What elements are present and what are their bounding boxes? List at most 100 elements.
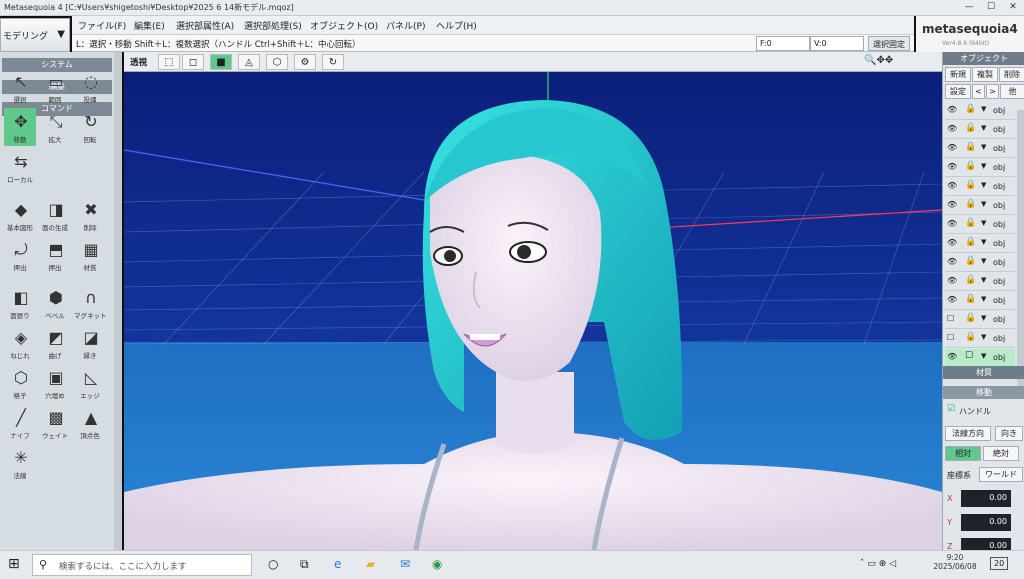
- object-row[interactable]: 👁 🔒 ▼ obj: [945, 159, 1015, 177]
- menu-help[interactable]: ヘルプ(H): [436, 19, 477, 32]
- expand-triangle-icon[interactable]: ▼: [981, 238, 986, 246]
- tool-range[interactable]: ▭ 範囲: [39, 68, 71, 106]
- object-row[interactable]: 👁 🔒 ▼ obj: [945, 216, 1015, 234]
- tool-extrude-rotate[interactable]: ⤾ 押出: [4, 236, 36, 274]
- handle-checkbox[interactable]: ☑: [947, 404, 955, 414]
- lock-toggle-icon[interactable]: 🔒: [965, 142, 976, 152]
- z-value-field[interactable]: 0.00: [961, 538, 1011, 550]
- object-row[interactable]: ☐ 🔒 ▼ obj: [945, 311, 1015, 329]
- expand-triangle-icon[interactable]: ▼: [981, 276, 986, 284]
- system-tray-icons[interactable]: ˆ ▭ ⊕ ◁: [860, 559, 896, 569]
- tool-magnet[interactable]: ∩ マグネット: [74, 284, 107, 322]
- view-cube-icon[interactable]: ⬡: [266, 54, 288, 70]
- lock-toggle-icon[interactable]: 🔒: [965, 180, 976, 190]
- 3d-viewport[interactable]: [124, 72, 942, 550]
- lock-toggle-icon[interactable]: ☐: [965, 351, 973, 361]
- view-solid-icon[interactable]: ■: [210, 54, 232, 70]
- tool-vertex-color[interactable]: ▲ 頂点色: [74, 404, 106, 442]
- object-row[interactable]: 👁 🔒 ▼ obj: [945, 197, 1015, 215]
- expand-triangle-icon[interactable]: ▼: [981, 143, 986, 151]
- visibility-toggle-icon[interactable]: 👁: [947, 238, 957, 247]
- lock-toggle-icon[interactable]: 🔒: [965, 275, 976, 285]
- cortana-icon[interactable]: ○: [268, 557, 278, 571]
- relative-toggle[interactable]: 相対: [945, 446, 981, 461]
- expand-triangle-icon[interactable]: ▼: [981, 200, 986, 208]
- lock-toggle-icon[interactable]: 🔒: [965, 294, 976, 304]
- menu-selproc[interactable]: 選択部処理(S): [244, 19, 302, 32]
- selection-lock-button[interactable]: 選択固定: [868, 36, 910, 51]
- tool-bevel[interactable]: ⬢ ベベル: [39, 284, 71, 322]
- tool-create-face[interactable]: ◨ 面の生成: [39, 196, 71, 234]
- direction-button[interactable]: 向き: [995, 426, 1023, 441]
- delete-object-button[interactable]: 削除: [999, 67, 1024, 82]
- view-wire-icon[interactable]: ◬: [238, 54, 260, 70]
- expand-triangle-icon[interactable]: ▼: [981, 181, 986, 189]
- material-header[interactable]: 材質: [943, 366, 1024, 379]
- expand-triangle-icon[interactable]: ▼: [981, 124, 986, 132]
- object-row[interactable]: ☐ 🔒 ▼ obj: [945, 330, 1015, 348]
- menu-object[interactable]: オブジェクト(O): [310, 19, 378, 32]
- expand-triangle-icon[interactable]: ▼: [981, 257, 986, 265]
- tool-weight[interactable]: ▩ ウェイト: [39, 404, 71, 442]
- absolute-toggle[interactable]: 絶対: [983, 446, 1019, 461]
- tool-knife-edge[interactable]: ◪ 縁き: [74, 324, 106, 362]
- tool-rotate[interactable]: ↻ 回転: [74, 108, 106, 146]
- task-view-icon[interactable]: ⧉: [300, 557, 309, 572]
- notification-icon[interactable]: 20: [990, 557, 1009, 570]
- visibility-toggle-icon[interactable]: 👁: [947, 257, 957, 266]
- tool-move[interactable]: ✥ 移動: [4, 108, 36, 146]
- expand-triangle-icon[interactable]: ▼: [981, 219, 986, 227]
- lock-toggle-icon[interactable]: 🔒: [965, 161, 976, 171]
- tool-face-fill[interactable]: ◧ 面張り: [4, 284, 36, 322]
- tool-lasso[interactable]: ◌ 投縄: [74, 68, 106, 106]
- expand-triangle-icon[interactable]: ▼: [981, 162, 986, 170]
- lock-toggle-icon[interactable]: 🔒: [965, 104, 976, 114]
- expand-triangle-icon[interactable]: ▼: [981, 314, 986, 322]
- tool-select[interactable]: ↖ 選択: [4, 68, 36, 106]
- expand-triangle-icon[interactable]: ▼: [981, 295, 986, 303]
- new-object-button[interactable]: 新規: [945, 67, 971, 82]
- visibility-toggle-icon[interactable]: 👁: [947, 352, 957, 361]
- minimize-button[interactable]: —: [960, 1, 978, 14]
- lock-toggle-icon[interactable]: 🔒: [965, 218, 976, 228]
- tool-knife[interactable]: ╱ ナイフ: [4, 404, 36, 442]
- visibility-toggle-icon[interactable]: 👁: [947, 295, 957, 304]
- tool-hole-fill[interactable]: ▣ 穴埋め: [39, 364, 71, 402]
- tool-scale[interactable]: ⤡ 拡大: [39, 108, 71, 146]
- object-other-button[interactable]: 他: [1000, 84, 1024, 99]
- visibility-toggle-icon[interactable]: 👁: [947, 181, 957, 190]
- rotate-view-icon[interactable]: ↻: [322, 54, 344, 70]
- object-row[interactable]: 👁 🔒 ▼ obj: [945, 140, 1015, 158]
- object-row[interactable]: 👁 ☐ ▼ obj: [945, 349, 1015, 367]
- menu-file[interactable]: ファイル(F): [78, 19, 126, 32]
- windows-start-icon[interactable]: ⊞: [8, 556, 20, 572]
- view-frame-icon[interactable]: ◻: [182, 54, 204, 70]
- visibility-toggle-icon[interactable]: 👁: [947, 276, 957, 285]
- y-value-field[interactable]: 0.00: [961, 514, 1011, 531]
- object-settings-button[interactable]: 設定: [945, 84, 971, 99]
- taskbar-clock[interactable]: 9:20 2025/06/08: [932, 553, 978, 571]
- object-list-scrollbar[interactable]: [1017, 110, 1024, 398]
- tool-push-pull[interactable]: ⬒ 押出: [39, 236, 71, 274]
- lock-toggle-icon[interactable]: 🔒: [965, 199, 976, 209]
- tool-edge[interactable]: ◺ エッジ: [74, 364, 106, 402]
- lock-toggle-icon[interactable]: 🔒: [965, 332, 976, 342]
- tool-bend[interactable]: ◩ 曲げ: [39, 324, 71, 362]
- tool-lattice[interactable]: ⬡ 格子: [4, 364, 36, 402]
- expand-triangle-icon[interactable]: ▼: [981, 333, 986, 341]
- world-coordinate-dropdown[interactable]: ワールド: [979, 467, 1023, 482]
- gear-icon[interactable]: ⚙: [294, 54, 316, 70]
- edge-icon[interactable]: e: [334, 557, 341, 571]
- visibility-toggle-icon[interactable]: 👁: [947, 200, 957, 209]
- tool-primitive[interactable]: ◆ 基本図形: [4, 196, 36, 234]
- visibility-toggle-icon[interactable]: ☐: [947, 314, 954, 323]
- prev-object-button[interactable]: <: [972, 84, 985, 99]
- view-select-icon[interactable]: ⬚: [158, 54, 180, 70]
- left-scrollbar[interactable]: [114, 52, 122, 550]
- menu-edit[interactable]: 編集(E): [134, 19, 165, 32]
- menu-selattr[interactable]: 選択部属性(A): [176, 19, 234, 32]
- object-row[interactable]: 👁 🔒 ▼ obj: [945, 292, 1015, 310]
- x-value-field[interactable]: 0.00: [961, 490, 1011, 507]
- navigation-icons[interactable]: 🔍✥✥: [864, 55, 893, 66]
- tool-local[interactable]: ⇆ ローカル: [4, 148, 36, 186]
